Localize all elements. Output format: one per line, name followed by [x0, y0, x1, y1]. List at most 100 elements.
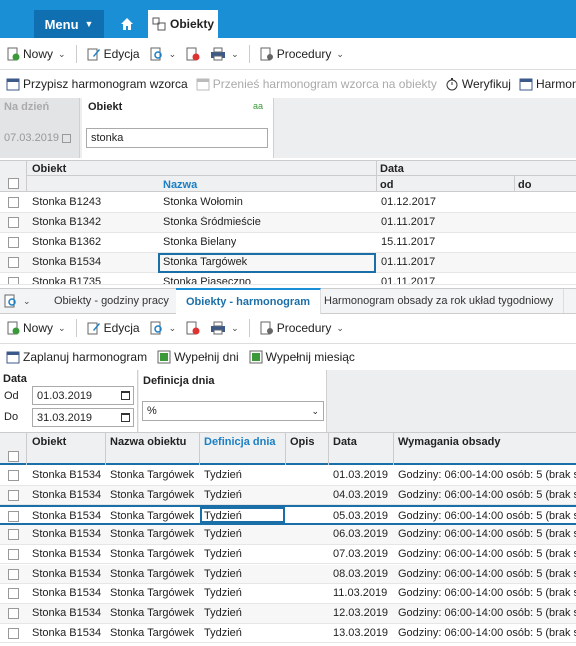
case-icon[interactable]: aa [253, 101, 263, 111]
search-button-2[interactable]: ⌄ [150, 321, 177, 335]
procedures-icon [260, 321, 273, 335]
table-row[interactable]: Stonka B1534 Stonka Targówek Tydzień 08.03.… [0, 564, 576, 585]
row-checkbox[interactable] [8, 529, 19, 541]
table-row[interactable]: Stonka B1342 Stonka Śródmieście 01.11.2017 [0, 213, 576, 233]
day-def-cell: Tydzień [204, 567, 242, 580]
to-date-input[interactable]: 31.03.2019 [32, 408, 134, 427]
chevron-down-icon[interactable]: ⌄ [169, 323, 177, 334]
fill-month-button[interactable]: Wypełnij miesiąc [249, 350, 355, 364]
row-checkbox[interactable] [8, 548, 19, 560]
fill-days-button[interactable]: Wypełnij dni [157, 350, 239, 364]
table-row[interactable]: Stonka B1534 Stonka Targówek Tydzień 11.03.… [0, 584, 576, 604]
column-def-header[interactable]: Definicja dnia [204, 436, 276, 448]
table-row[interactable]: Stonka B1534 Stonka Targówek Tydzień 07.03.… [0, 545, 576, 565]
row-checkbox[interactable] [8, 511, 19, 523]
chevron-down-icon[interactable]: ⌄ [169, 49, 177, 60]
search-icon [150, 321, 162, 335]
row-checkbox[interactable] [8, 627, 19, 639]
select-all-checkbox[interactable] [8, 178, 19, 189]
row-checkbox[interactable] [8, 489, 19, 501]
tab-obiekty-harmonogram[interactable]: Obiekty - harmonogram [176, 288, 322, 314]
chevron-down-icon[interactable]: ⌄ [58, 49, 66, 60]
column-desc-header[interactable]: Opis [290, 436, 314, 448]
move-schedule-button[interactable]: Przenieś harmonogram wzorca na obiekty [196, 77, 437, 91]
chevron-down-icon[interactable]: ⌄ [58, 323, 66, 334]
home-button[interactable] [112, 10, 142, 38]
column-date-header[interactable]: Data [333, 436, 357, 448]
edit-button-2[interactable]: Edycja [87, 321, 140, 335]
printer-icon [211, 321, 226, 335]
column-object-header[interactable]: Obiekt [32, 436, 66, 448]
print-button-2[interactable]: ⌄ [210, 321, 239, 335]
day-def-label: Definicja dnia [143, 375, 215, 387]
row-checkbox[interactable] [8, 588, 19, 600]
requirements-cell: Godziny: 06:00-14:00 osób: 5 (brak s [398, 528, 576, 541]
calendar-icon[interactable] [121, 413, 130, 422]
column-name-header[interactable]: Nazwa [163, 179, 197, 191]
table-row[interactable]: Stonka B1534 Stonka Targówek Tydzień 04.03.… [0, 485, 576, 506]
table-row[interactable]: Stonka B1534 Stonka Targówek 01.11.2017 [0, 253, 576, 273]
calendar-icon[interactable] [62, 133, 72, 143]
requirements-cell: Godziny: 06:00-14:00 osób: 5 (brak s [398, 488, 576, 501]
row-checkbox[interactable] [8, 217, 19, 228]
delete-button-2[interactable] [186, 321, 200, 335]
table-row[interactable]: Stonka B1534 Stonka Targówek Tydzień 13.03.… [0, 624, 576, 644]
verify-button[interactable]: Weryfikuj [445, 77, 511, 91]
procedures-button[interactable]: Procedury ⌄ [260, 47, 344, 61]
from-date-input[interactable]: 01.03.2019 [32, 386, 134, 405]
chevron-down-icon[interactable]: ⌄ [336, 49, 344, 60]
table-row[interactable]: Stonka B1534 Stonka Targówek Tydzień 12.03.… [0, 603, 576, 624]
tab-obiekty[interactable]: Obiekty [148, 10, 218, 38]
select-all-checkbox[interactable] [8, 451, 19, 462]
date-cell: 06.03.2019 [333, 528, 389, 541]
print-button[interactable]: ⌄ [210, 47, 239, 61]
chevron-down-icon[interactable]: ⌄ [231, 49, 239, 60]
object-search-input[interactable]: stonka [86, 128, 268, 148]
column-req-header[interactable]: Wymagania obsady [398, 436, 501, 448]
row-checkbox[interactable] [8, 257, 19, 268]
calendar-icon[interactable] [121, 391, 130, 400]
date-field[interactable]: 07.03.2019 [4, 130, 78, 146]
plan-schedule-button[interactable]: Zaplanuj harmonogram [6, 350, 147, 364]
verify-label: Weryfikuj [461, 77, 511, 91]
object-code-cell: Stonka B1534 [32, 626, 102, 639]
row-checkbox[interactable] [8, 277, 19, 284]
column-name-header[interactable]: Nazwa obiektu [110, 436, 186, 448]
edit-button[interactable]: Edycja [87, 47, 140, 61]
assign-schedule-button[interactable]: Przypisz harmonogram wzorca [6, 77, 188, 91]
column-od-header[interactable]: od [380, 179, 393, 191]
search-button[interactable]: ⌄ [150, 47, 177, 61]
tab-harmonogram-obsady[interactable]: Harmonogram obsady za rok układ tygodnio… [314, 289, 565, 313]
tab-obiekty-godziny[interactable]: Obiekty - godziny pracy [44, 289, 180, 313]
table-row[interactable]: Stonka B1243 Stonka Wołomin 01.12.2017 [0, 193, 576, 213]
date-range-label: Data [3, 373, 27, 385]
table-row[interactable]: Stonka B1362 Stonka Bielany 15.11.2017 [0, 233, 576, 253]
table-row[interactable]: Stonka B1534 Stonka Targówek Tydzień 01.03.… [0, 466, 576, 486]
schedule-button[interactable]: Harmonogram [519, 77, 576, 91]
column-do-header[interactable]: do [518, 179, 531, 191]
new-button[interactable]: Nowy ⌄ [6, 47, 66, 61]
from-date-value: 01.03.2019 [37, 389, 93, 402]
view-switch-button[interactable]: ⌄ [4, 292, 44, 310]
date-cell: 07.03.2019 [333, 547, 389, 560]
row-checkbox[interactable] [8, 197, 19, 208]
object-name-cell: Stonka Targówek [110, 510, 195, 523]
day-def-select[interactable]: % ⌄ [142, 401, 324, 421]
object-name-cell: Stonka Targówek [110, 567, 195, 580]
row-checkbox[interactable] [8, 470, 19, 481]
table-row[interactable]: Stonka B1735 Stonka Piaseczno 01.11.2017 [0, 273, 576, 285]
new-button-2[interactable]: Nowy ⌄ [6, 321, 66, 335]
table-row[interactable]: Stonka B1534 Stonka Targówek Tydzień 05.03.… [0, 505, 576, 526]
table-row[interactable]: Stonka B1534 Stonka Targówek Tydzień 06.03.… [0, 525, 576, 545]
chevron-down-icon[interactable]: ⌄ [336, 323, 344, 334]
from-label: Od [4, 390, 19, 402]
object-name-cell: Stonka Targówek [110, 547, 195, 560]
day-def-cell: Tydzień [204, 587, 242, 600]
procedures-button-2[interactable]: Procedury ⌄ [260, 321, 344, 335]
row-checkbox[interactable] [8, 607, 19, 619]
row-checkbox[interactable] [8, 568, 19, 580]
chevron-down-icon[interactable]: ⌄ [231, 323, 239, 334]
menu-button[interactable]: Menu ▼ [34, 10, 104, 38]
row-checkbox[interactable] [8, 237, 19, 248]
delete-button[interactable] [186, 47, 200, 61]
